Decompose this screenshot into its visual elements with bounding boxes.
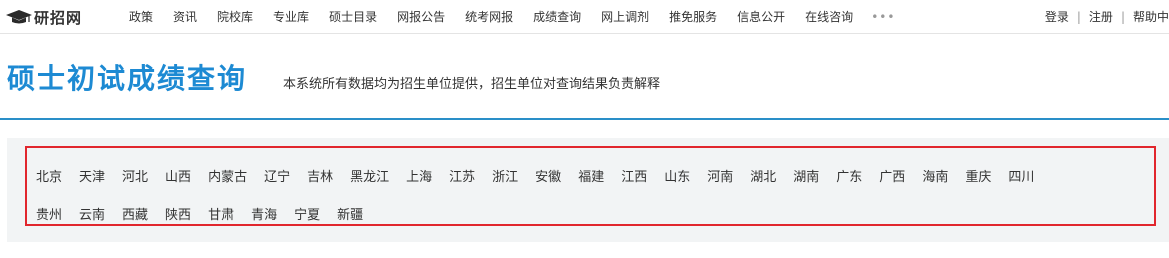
province-link[interactable]: 海南 <box>922 166 948 185</box>
site-name: 研招网 <box>34 8 83 27</box>
province-link[interactable]: 西藏 <box>122 204 148 223</box>
province-link[interactable]: 广西 <box>879 166 905 185</box>
nav-item[interactable]: 政策 <box>129 8 153 25</box>
province-link[interactable]: 山西 <box>165 166 191 185</box>
province-link[interactable]: 内蒙古 <box>208 166 247 185</box>
province-link[interactable]: 湖北 <box>750 166 776 185</box>
nav-item[interactable]: 信息公开 <box>737 8 785 25</box>
province-link[interactable]: 上海 <box>406 166 432 185</box>
graduation-cap-icon <box>6 8 32 26</box>
nav-item[interactable]: 资讯 <box>173 8 197 25</box>
top-navbar: 研招网 政策 资讯 院校库 专业库 硕士目录 网报公告 统考网报 成绩查询 网上… <box>0 0 1169 34</box>
nav-item[interactable]: 硕士目录 <box>329 8 377 25</box>
help-link[interactable]: 帮助中 <box>1133 8 1169 25</box>
province-link[interactable]: 宁夏 <box>294 204 320 223</box>
province-link[interactable]: 湖南 <box>793 166 819 185</box>
province-link[interactable]: 陕西 <box>165 204 191 223</box>
main-nav: 政策 资讯 院校库 专业库 硕士目录 网报公告 统考网报 成绩查询 网上调剂 推… <box>119 0 895 33</box>
province-link[interactable]: 河北 <box>122 166 148 185</box>
province-row: 北京 天津 河北 山西 内蒙古 辽宁 吉林 黑龙江 上海 江苏 浙江 安徽 福建… <box>36 156 1156 194</box>
province-link[interactable]: 江西 <box>621 166 647 185</box>
province-link[interactable]: 青海 <box>251 204 277 223</box>
province-link[interactable]: 黑龙江 <box>350 166 389 185</box>
nav-item[interactable]: 成绩查询 <box>533 8 581 25</box>
nav-item[interactable]: 网上调剂 <box>601 8 649 25</box>
province-link[interactable]: 辽宁 <box>264 166 290 185</box>
nav-item[interactable]: 院校库 <box>217 8 253 25</box>
user-links: 登录 | 注册 | 帮助中 <box>1045 0 1169 33</box>
province-link[interactable]: 新疆 <box>337 204 363 223</box>
province-link[interactable]: 贵州 <box>36 204 62 223</box>
province-link[interactable]: 安徽 <box>535 166 561 185</box>
nav-item[interactable]: 专业库 <box>273 8 309 25</box>
province-link[interactable]: 云南 <box>79 204 105 223</box>
province-link[interactable]: 北京 <box>36 166 62 185</box>
province-link[interactable]: 广东 <box>836 166 862 185</box>
province-link[interactable]: 浙江 <box>492 166 518 185</box>
more-icon[interactable]: ••• <box>871 10 895 24</box>
page-header: 硕士初试成绩查询 本系统所有数据均为招生单位提供，招生单位对查询结果负责解释 <box>0 33 1169 120</box>
province-link[interactable]: 江苏 <box>449 166 475 185</box>
province-link[interactable]: 福建 <box>578 166 604 185</box>
separator: | <box>1120 9 1125 24</box>
province-link[interactable]: 四川 <box>1008 166 1034 185</box>
page-subtitle: 本系统所有数据均为招生单位提供，招生单位对查询结果负责解释 <box>283 77 661 92</box>
nav-item[interactable]: 推免服务 <box>669 8 717 25</box>
site-logo[interactable]: 研招网 <box>6 6 82 28</box>
province-link[interactable]: 吉林 <box>307 166 333 185</box>
province-link[interactable]: 山东 <box>664 166 690 185</box>
nav-item[interactable]: 统考网报 <box>465 8 513 25</box>
page-title: 硕士初试成绩查询 <box>7 62 248 95</box>
province-link[interactable]: 河南 <box>707 166 733 185</box>
province-row: 贵州 云南 西藏 陕西 甘肃 青海 宁夏 新疆 <box>36 194 1156 232</box>
login-link[interactable]: 登录 <box>1045 8 1069 25</box>
province-list: 北京 天津 河北 山西 内蒙古 辽宁 吉林 黑龙江 上海 江苏 浙江 安徽 福建… <box>36 156 1156 232</box>
nav-item[interactable]: 在线咨询 <box>805 8 853 25</box>
province-link[interactable]: 重庆 <box>965 166 991 185</box>
nav-item[interactable]: 网报公告 <box>397 8 445 25</box>
separator: | <box>1076 9 1081 24</box>
province-link[interactable]: 甘肃 <box>208 204 234 223</box>
register-link[interactable]: 注册 <box>1089 8 1113 25</box>
province-link[interactable]: 天津 <box>79 166 105 185</box>
